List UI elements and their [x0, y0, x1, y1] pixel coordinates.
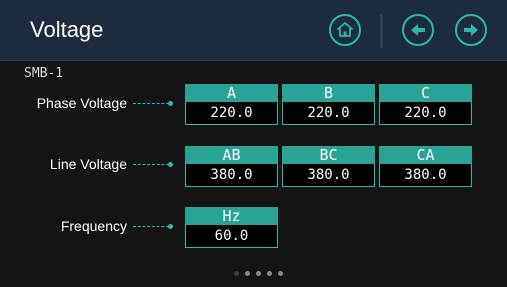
page-dot[interactable] — [256, 271, 261, 276]
leader-dot — [168, 100, 173, 106]
page-title: Voltage — [30, 17, 104, 42]
cell-value: 380.0 — [185, 164, 278, 187]
row-label-text: Frequency — [60, 218, 127, 234]
cell-header: B — [282, 84, 375, 102]
line-bc-cell: BC 380.0 — [282, 146, 375, 187]
phase-c-cell: C 220.0 — [379, 84, 472, 125]
page-dot[interactable] — [234, 271, 239, 276]
frequency-hz-cell: Hz 60.0 — [185, 207, 278, 248]
cell-value: 220.0 — [185, 102, 278, 125]
cell-value: 220.0 — [282, 102, 375, 125]
cell-header: CA — [379, 146, 472, 164]
device-label: SMB-1 — [24, 66, 64, 81]
line-ab-cell: AB 380.0 — [185, 146, 278, 187]
leader-dot — [168, 223, 173, 229]
arrow-left-icon — [411, 24, 425, 36]
cell-header: A — [185, 84, 278, 102]
header-bar: Voltage — [0, 0, 507, 61]
row-label-text: Line Voltage — [49, 156, 127, 172]
line-voltage-label: Line Voltage — [50, 156, 173, 172]
cell-value: 220.0 — [379, 102, 472, 125]
forward-button[interactable] — [455, 14, 487, 46]
row-label-text: Phase Voltage — [36, 95, 127, 111]
leader-dot — [168, 161, 173, 167]
leader-line — [133, 102, 169, 104]
header-divider — [380, 14, 383, 48]
cell-header: BC — [282, 146, 375, 164]
phase-b-cell: B 220.0 — [282, 84, 375, 125]
page-dot[interactable] — [245, 271, 250, 276]
phase-a-cell: A 220.0 — [185, 84, 278, 125]
phase-voltage-label: Phase Voltage — [37, 95, 173, 111]
leader-line — [133, 163, 169, 165]
line-ca-cell: CA 380.0 — [379, 146, 472, 187]
page-indicator — [234, 271, 283, 276]
cell-value: 60.0 — [185, 225, 278, 248]
frequency-label: Frequency — [61, 218, 173, 234]
arrow-right-icon — [464, 24, 478, 36]
home-button[interactable] — [329, 14, 361, 46]
page-dot[interactable] — [267, 271, 272, 276]
cell-value: 380.0 — [379, 164, 472, 187]
cell-header: C — [379, 84, 472, 102]
page-dot[interactable] — [278, 271, 283, 276]
cell-header: Hz — [185, 207, 278, 225]
back-button[interactable] — [402, 14, 434, 46]
cell-header: AB — [185, 146, 278, 164]
cell-value: 380.0 — [282, 164, 375, 187]
home-icon — [337, 22, 353, 37]
leader-line — [133, 225, 169, 227]
